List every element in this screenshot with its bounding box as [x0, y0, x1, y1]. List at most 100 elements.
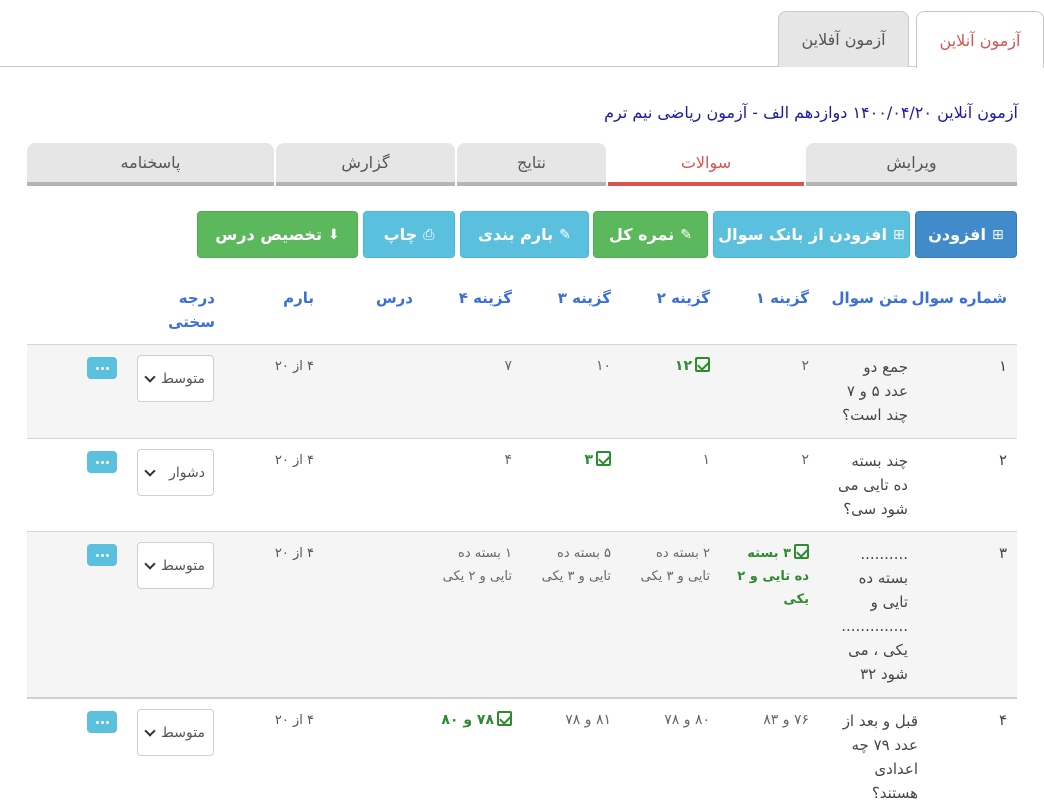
option-3: ۸۱ و ۷۸ [565, 712, 611, 728]
option-3: ۳ [584, 449, 611, 472]
option-2: ۲ بسته ده تایی و ۳ یکی [641, 542, 710, 588]
text-line: تایی و [870, 593, 908, 611]
column-header-score[interactable]: بارم [283, 286, 314, 310]
column-header-number[interactable]: شماره سوال [912, 286, 1007, 310]
tab-online-exam[interactable]: آزمون آنلاین [916, 11, 1044, 68]
table-row: ۳ .......... بسته ده تایی و ............… [27, 531, 1017, 697]
text-line: جمع دو [863, 358, 908, 376]
text-line: هستند؟ [871, 784, 918, 802]
score: ۴ از ۲۰ [274, 359, 314, 374]
chevron-down-icon [144, 370, 156, 383]
difficulty-value: متوسط [161, 724, 205, 741]
more-options-button[interactable] [87, 544, 117, 566]
question-number: ۱ [998, 357, 1007, 375]
option-3: ۱۰ [595, 358, 611, 374]
option-4: ۴ [504, 452, 512, 468]
text-line: شود ۳۲ [860, 665, 908, 683]
option-text: یکی [783, 592, 809, 607]
text-line: عدد ۷۹ چه [851, 736, 919, 754]
difficulty-select[interactable]: متوسط [137, 542, 214, 589]
tab-offline-exam[interactable]: آزمون آفلاین [778, 11, 909, 67]
dot [95, 553, 99, 557]
dot [105, 720, 109, 724]
text-line: عدد ۵ و ۷ [846, 382, 908, 400]
tab-edit[interactable]: ویرایش [806, 143, 1017, 186]
difficulty-header-line-2: سختی [168, 313, 215, 331]
option-1: ۳ بسته ده تایی و ۲ یکی [737, 542, 809, 611]
column-header-difficulty[interactable]: درجه سختی [168, 286, 215, 334]
option-text: ۲ بسته ده [656, 546, 710, 561]
option-text: ۱۲ [674, 358, 692, 374]
question-number: ۴ [998, 711, 1007, 729]
dot [100, 553, 104, 557]
download-icon: ⬇ [328, 226, 340, 243]
plus-square-icon: ⊞ [892, 226, 905, 243]
tab-answer-sheet[interactable]: پاسخنامه [27, 143, 274, 186]
difficulty-select[interactable]: متوسط [137, 709, 214, 756]
option-4: ۱ بسته ده تایی و ۲ یکی [443, 542, 512, 588]
total-score-button[interactable]: ✎ نمره کل [593, 211, 708, 258]
print-button[interactable]: ⎙ چاپ [363, 211, 455, 258]
assign-lesson-button[interactable]: ⬇ تخصیص درس [197, 211, 358, 258]
column-header-option-1[interactable]: گزینه ۱ [756, 286, 809, 310]
table-row: ۴ قبل و بعد از عدد ۷۹ چه اعدادی هستند؟ ۷… [27, 697, 1017, 811]
option-3: ۵ بسته ده تایی و ۳ یکی [542, 542, 611, 588]
check-square-icon [794, 544, 809, 559]
text-line: چند بسته [851, 452, 908, 470]
question-number: ۲ [998, 451, 1007, 469]
tab-results[interactable]: نتایج [457, 143, 606, 186]
difficulty-value: متوسط [161, 557, 205, 574]
dot [105, 460, 109, 464]
option-text: ۵ بسته ده [557, 546, 611, 561]
option-text: ۳ بسته [747, 546, 791, 561]
question-text: قبل و بعد از عدد ۷۹ چه اعدادی هستند؟ [826, 709, 918, 805]
tab-report[interactable]: گزارش [276, 143, 455, 186]
print-label: چاپ [383, 225, 418, 244]
column-header-option-2[interactable]: گزینه ۲ [657, 286, 710, 310]
check-square-icon [596, 451, 611, 466]
column-header-text[interactable]: متن سوال [832, 286, 908, 310]
column-header-option-4[interactable]: گزینه ۴ [459, 286, 512, 310]
tab-questions[interactable]: سوالات [608, 143, 804, 186]
option-2: ۸۰ و ۷۸ [664, 712, 710, 728]
dot [100, 720, 104, 724]
edit-icon: ✎ [559, 226, 571, 243]
text-line: چند است؟ [842, 406, 908, 424]
column-header-lesson[interactable]: درس [376, 286, 413, 310]
text-line: شود سی؟ [843, 500, 908, 518]
dot [105, 553, 109, 557]
chevron-down-icon [144, 724, 156, 737]
scoring-button[interactable]: ✎ بارم بندی [460, 211, 589, 258]
dot [100, 366, 104, 370]
text-line: اعدادی [874, 760, 918, 778]
option-1: ۲ [801, 358, 809, 374]
add-button[interactable]: ⊞ افزودن [915, 211, 1017, 258]
question-text: چند بسته ده تایی می شود سی؟ [828, 449, 908, 521]
column-header-option-3[interactable]: گزینه ۳ [558, 286, 611, 310]
score: ۴ از ۲۰ [274, 453, 314, 468]
more-options-button[interactable] [87, 451, 117, 473]
option-text: ده تایی و ۲ [737, 569, 809, 584]
difficulty-value: متوسط [161, 370, 205, 387]
difficulty-select[interactable]: دشوار [137, 449, 214, 496]
text-line: .............. [841, 617, 908, 635]
option-text: ۱ بسته ده [458, 546, 512, 561]
text-line: .......... [860, 545, 908, 563]
total-score-label: نمره کل [608, 225, 675, 244]
option-4: ۷ [504, 358, 512, 374]
option-text: تایی و ۲ یکی [442, 569, 512, 584]
add-label: افزودن [928, 225, 986, 244]
add-from-bank-button[interactable]: ⊞ افزودن از بانک سوال [713, 211, 910, 258]
text-line: یکی ، می [848, 641, 908, 659]
top-tabs: آزمون آنلاین آزمون آفلاین [0, 0, 1044, 68]
edit-icon: ✎ [680, 226, 693, 243]
more-options-button[interactable] [87, 357, 117, 379]
option-text: تایی و ۳ یکی [640, 569, 710, 584]
more-options-button[interactable] [87, 711, 117, 733]
text-line: قبل و بعد از [842, 712, 918, 730]
scoring-label: بارم بندی [478, 225, 554, 244]
question-number: ۳ [998, 544, 1007, 562]
difficulty-select[interactable]: متوسط [137, 355, 214, 402]
option-1: ۲ [801, 452, 809, 468]
dot [95, 366, 99, 370]
